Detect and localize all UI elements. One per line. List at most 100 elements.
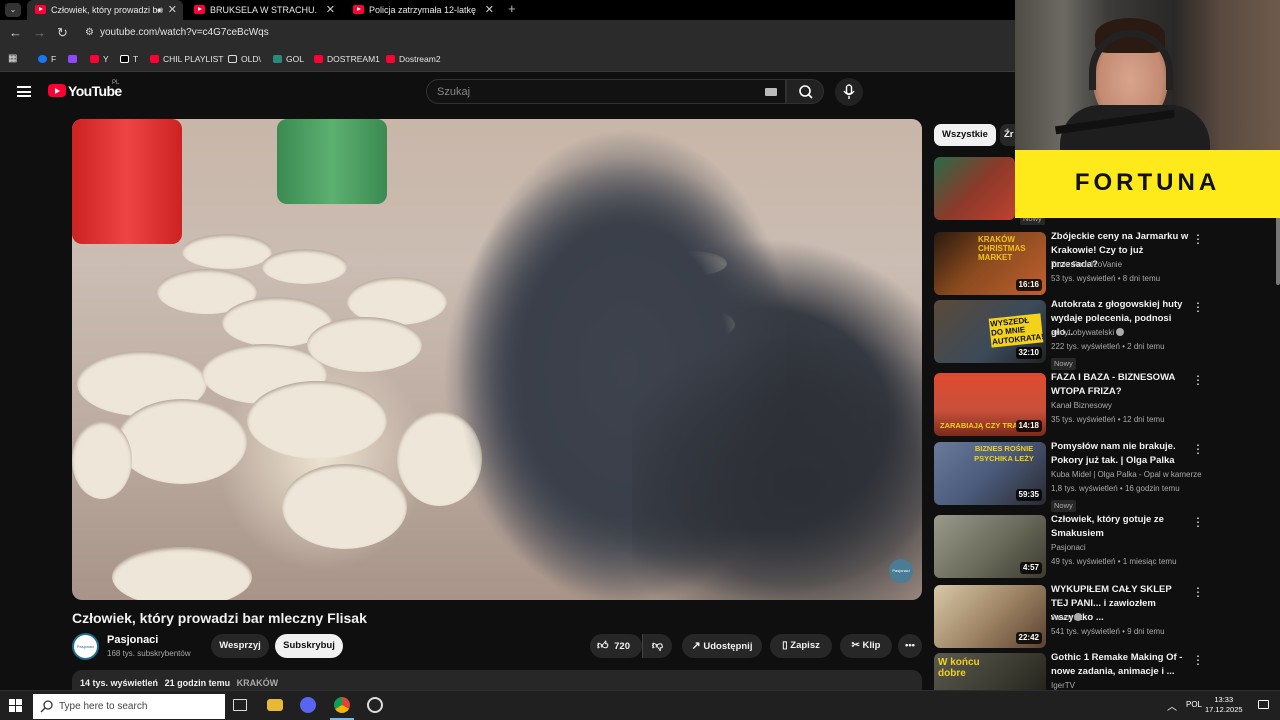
video-thumbnail[interactable] <box>934 157 1015 220</box>
tab-list-dropdown-icon[interactable]: ⌄ <box>5 3 21 17</box>
subscribe-button[interactable]: Subskrybuj <box>275 634 343 658</box>
video-title[interactable]: Człowiek, który gotuje ze Smakusiem <box>1051 513 1191 541</box>
more-vertical-icon[interactable]: ⋮ <box>1192 232 1204 246</box>
video-thumbnail[interactable]: W końcu dobre <box>934 653 1046 690</box>
tab-bruksela[interactable]: BRUKSELA W STRACHU. WOJNA Z ROSJĄ ✕ <box>186 0 341 20</box>
more-actions-button[interactable]: ••• <box>898 634 922 658</box>
apps-grid-icon[interactable]: ▦ <box>8 46 17 72</box>
thumbnail-overlay-text: BIZNES ROŚNIE PSYCHIKA LEŻY <box>974 444 1034 463</box>
video-title[interactable]: Gothic 1 Remake Making Of - nowe zadania… <box>1051 653 1191 679</box>
forward-icon[interactable]: → <box>33 24 46 42</box>
channel-name[interactable]: Kanał Biznesowy <box>1051 401 1112 410</box>
recommended-video[interactable]: BIZNES ROŚNIE PSYCHIKA LEŻY 59:35 Pomysł… <box>934 440 1274 512</box>
site-info-icon[interactable]: ⚙︎ <box>85 24 94 42</box>
video-title[interactable]: Pomysłów nam nie brakuje. Pokory już tak… <box>1051 440 1191 468</box>
tab-video[interactable]: Człowiek, który prowadzi bar mleczny Fli… <box>27 0 183 20</box>
hashtag-link[interactable]: KRAKÓW <box>237 678 279 688</box>
tab-policja[interactable]: Policja zatrzymała 12-latkę. Co się stał… <box>345 0 500 20</box>
hamburger-menu-icon[interactable] <box>17 86 31 97</box>
chrome-icon[interactable] <box>334 697 350 713</box>
close-tab-icon[interactable]: ✕ <box>168 0 177 20</box>
channel-name[interactable]: Kuba Midel | Olga Palka - Opal w kamerze <box>1051 470 1202 479</box>
obs-icon[interactable] <box>367 697 383 713</box>
channel-avatar[interactable]: Pasjonaci <box>72 633 99 660</box>
language-indicator[interactable]: POL <box>1186 700 1202 709</box>
bookmark-twitch[interactable] <box>68 46 81 72</box>
close-tab-icon[interactable]: ✕ <box>326 0 335 20</box>
recommended-video[interactable]: W końcu dobre Gothic 1 Remake Making Of … <box>934 653 1274 690</box>
bookmark-dostream2[interactable]: Dostream2 <box>386 46 441 72</box>
recommended-video[interactable]: WYSZEDŁ DO MNIE AUTOKRATA! 32:10 Autokra… <box>934 299 1274 370</box>
recommended-video[interactable]: KRAKÓW CHRISTMAS MARKET 16:16 Zbójeckie … <box>934 231 1274 298</box>
bookmark-gol[interactable]: GOL <box>273 46 304 72</box>
bookmark-x[interactable]: T <box>120 46 138 72</box>
gol-icon <box>273 55 282 63</box>
taskbar-clock[interactable]: 13:33 17.12.2025 <box>1205 695 1243 715</box>
video-title: Człowiek, który prowadzi bar mleczny Fli… <box>72 610 367 626</box>
bookmark-chil-playlist[interactable]: CHIL PLAYLIST <box>150 46 223 72</box>
twitch-icon <box>68 55 77 63</box>
task-view-icon[interactable] <box>233 699 247 711</box>
channel-name[interactable]: IgerTV <box>1051 681 1075 690</box>
new-badge: Nowy <box>1051 358 1076 370</box>
reload-icon[interactable]: ↻ <box>57 24 68 42</box>
more-vertical-icon[interactable]: ⋮ <box>1192 585 1204 599</box>
keyboard-icon[interactable] <box>765 88 777 96</box>
more-vertical-icon[interactable]: ⋮ <box>1192 373 1204 387</box>
video-thumbnail[interactable]: BIZNES ROŚNIE PSYCHIKA LEŻY 59:35 <box>934 442 1046 505</box>
dislike-button[interactable]: 👎︎ <box>642 634 672 658</box>
dough-circle <box>262 249 347 284</box>
recommended-video[interactable]: ZARABIAJĄ CZY TRACĄ 14:18 FAZA I BAZA - … <box>934 371 1274 439</box>
chip-all[interactable]: Wszystkie <box>934 124 996 146</box>
recommended-video[interactable]: 22:42 WYKUPIŁEM CAŁY SKLEP TEJ PANI... i… <box>934 584 1274 651</box>
chip-source[interactable]: Źr <box>1000 124 1015 146</box>
notification-icon[interactable] <box>1258 700 1269 709</box>
more-vertical-icon[interactable]: ⋮ <box>1192 653 1204 667</box>
more-vertical-icon[interactable]: ⋮ <box>1192 442 1204 456</box>
close-tab-icon[interactable]: ✕ <box>485 0 494 20</box>
youtube-favicon-icon <box>353 5 364 14</box>
more-vertical-icon[interactable]: ⋮ <box>1192 515 1204 529</box>
sidebar-scrollbar[interactable] <box>1276 215 1280 285</box>
windows-start-icon[interactable] <box>9 699 23 713</box>
channel-name[interactable]: Tanie PodróżoVanie <box>1051 260 1122 269</box>
video-thumbnail[interactable]: ZARABIAJĄ CZY TRACĄ 14:18 <box>934 373 1046 436</box>
new-badge: Nowy <box>1051 500 1076 512</box>
back-icon[interactable]: ← <box>9 24 22 42</box>
video-title[interactable]: FAZA I BAZA - BIZNESOWA WTOPA FRIZA? <box>1051 371 1191 399</box>
channel-name[interactable]: Pasjonaci <box>107 634 158 646</box>
voice-search-button[interactable] <box>835 78 863 106</box>
bookmark-youtube[interactable]: Y <box>90 46 109 72</box>
tray-chevron-icon[interactable]: ︿ <box>1167 698 1177 713</box>
file-explorer-icon[interactable] <box>267 699 283 711</box>
share-button[interactable]: ↗ Udostępnij <box>682 634 762 658</box>
channel-name[interactable]: Jawor <box>1051 613 1083 622</box>
video-thumbnail[interactable]: WYSZEDŁ DO MNIE AUTOKRATA! 32:10 <box>934 300 1046 363</box>
taskbar-search[interactable]: Type here to search <box>33 694 225 719</box>
windows-taskbar: Type here to search ︿ POL 13:33 17.12.20… <box>0 690 1280 720</box>
speaker-icon[interactable]: 🔊︎ <box>157 0 163 20</box>
recommended-video[interactable]: 4:57 Człowiek, który gotuje ze Smakusiem… <box>934 513 1274 581</box>
support-button[interactable]: Wesprzyj <box>211 634 269 658</box>
new-tab-icon[interactable]: + <box>508 0 516 18</box>
bookmark-dostream1[interactable]: DOSTREAM1 <box>314 46 380 72</box>
search-input[interactable] <box>437 83 737 101</box>
more-vertical-icon[interactable]: ⋮ <box>1192 300 1204 314</box>
search-button[interactable] <box>786 79 824 104</box>
save-label: Zapisz <box>790 640 820 651</box>
video-thumbnail[interactable]: 4:57 <box>934 515 1046 578</box>
bookmark-facebook[interactable]: F <box>38 46 56 72</box>
youtube-play-icon <box>48 84 66 97</box>
video-player[interactable]: Pasjonaci <box>72 119 922 600</box>
discord-icon[interactable] <box>300 697 316 713</box>
clip-button[interactable]: ✂︎ Klip <box>840 634 892 658</box>
address-bar[interactable]: youtube.com/watch?v=c4G7ceBcWqs <box>100 25 269 41</box>
video-thumbnail[interactable]: 22:42 <box>934 585 1046 648</box>
channel-name[interactable]: audyt obywatelski <box>1051 328 1125 337</box>
channel-name[interactable]: Pasjonaci <box>1051 543 1086 552</box>
channel-watermark[interactable]: Pasjonaci <box>889 559 913 583</box>
save-button[interactable]: ▯ Zapisz <box>770 634 832 658</box>
bookmark-old-folder[interactable]: OLD\ <box>228 46 261 72</box>
video-thumbnail[interactable]: KRAKÓW CHRISTMAS MARKET 16:16 <box>934 232 1046 295</box>
like-button[interactable]: 👍︎ 720 <box>590 634 642 658</box>
